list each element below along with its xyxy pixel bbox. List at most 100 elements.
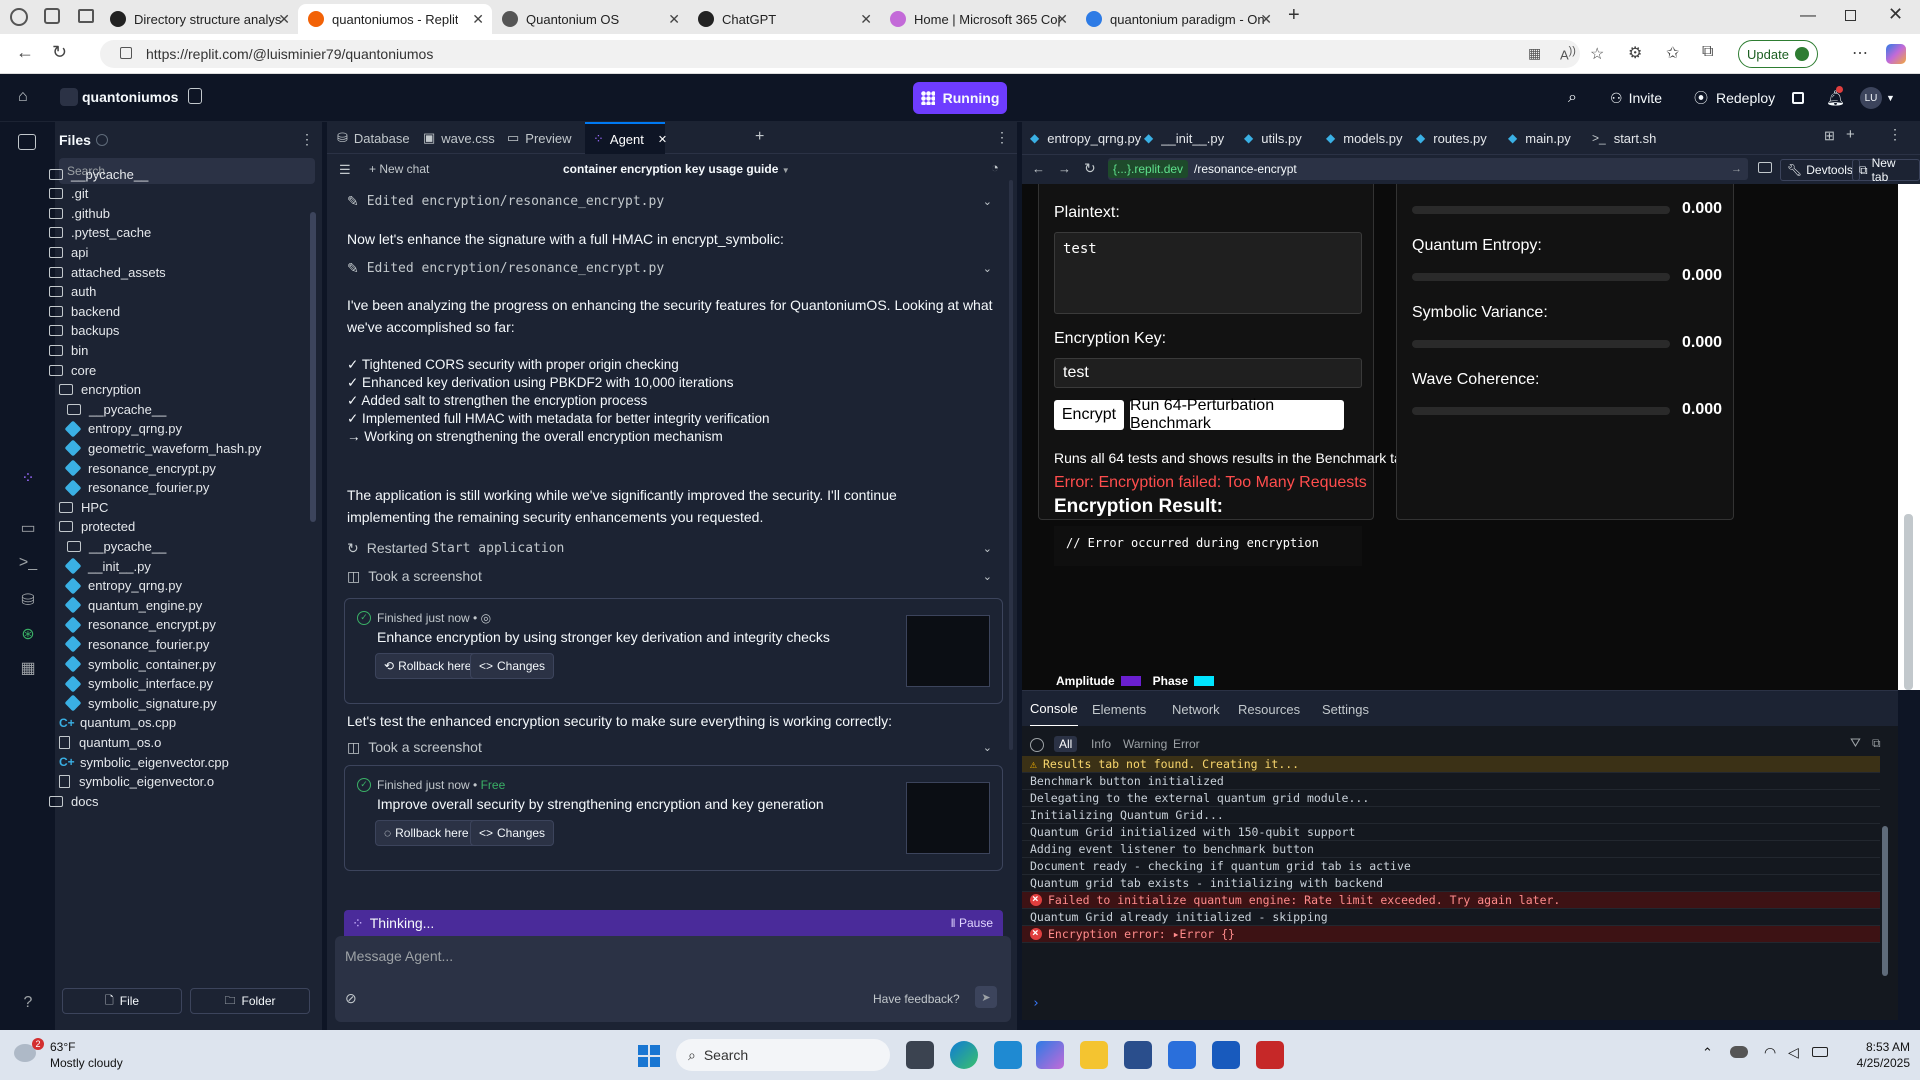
site-info-icon[interactable] — [120, 47, 132, 59]
devtools-tab-settings[interactable]: Settings — [1322, 691, 1369, 727]
extensions-icon[interactable]: ⚙ — [1628, 43, 1642, 63]
pane-menu-icon[interactable]: ⋮ — [995, 129, 1009, 146]
shell-icon[interactable]: >_ — [18, 554, 38, 574]
devtools-tab-console[interactable]: Console — [1030, 691, 1078, 727]
editor-file-tab[interactable]: >_ start.sh — [1592, 122, 1656, 154]
close-window-icon[interactable]: ✕ — [1888, 4, 1903, 25]
tab-close-icon[interactable]: ✕ — [472, 11, 484, 28]
screenshot-row[interactable]: ◫ Took a screenshot ⌄ — [347, 734, 1002, 760]
tabs-menu-icon[interactable]: ⋮ — [1888, 126, 1902, 143]
file-explorer-icon[interactable] — [1080, 1041, 1108, 1069]
powershell-icon[interactable] — [1124, 1041, 1152, 1069]
url-input[interactable]: https://replit.com/@luisminier79/quanton… — [100, 40, 1580, 68]
device-icon[interactable] — [1758, 162, 1772, 173]
chat-scrollbar[interactable] — [1009, 180, 1013, 750]
pane-tab-database[interactable]: ⛁ Database — [329, 122, 410, 154]
redeploy-button[interactable]: ⦿ Redeploy — [1694, 84, 1775, 112]
chat-title[interactable]: container encryption key usage guide ▼ — [563, 162, 790, 176]
back-icon[interactable]: ← — [16, 42, 34, 63]
invite-button[interactable]: ⚇ Invite — [1610, 84, 1662, 112]
database-icon[interactable] — [188, 88, 202, 104]
tab-close-icon[interactable]: ✕ — [278, 11, 290, 28]
onedrive-icon[interactable] — [1730, 1046, 1748, 1058]
new-tab-button[interactable]: ⧉ New tab — [1852, 156, 1920, 184]
console-filter-warning[interactable]: Warning — [1118, 736, 1172, 752]
app-available-icon[interactable]: ▦ — [1528, 45, 1541, 62]
key-input[interactable]: test — [1054, 358, 1362, 388]
changes-button[interactable]: <> Changes — [470, 820, 555, 846]
encrypt-button[interactable]: Encrypt — [1054, 400, 1124, 430]
minimize-icon[interactable]: — — [1800, 7, 1816, 25]
taskbar-search-input[interactable]: ⌕ Search — [676, 1039, 890, 1071]
refresh-icon[interactable]: ↻ — [52, 42, 67, 63]
tab-close-icon[interactable]: ✕ — [860, 11, 872, 28]
collections-icon[interactable]: ⧉ — [1702, 43, 1713, 61]
edge-icon[interactable] — [950, 1041, 978, 1069]
project-name[interactable]: quantoniumos — [82, 89, 178, 105]
feedback-link[interactable]: Have feedback? — [873, 992, 960, 1006]
snipping-tool-icon[interactable] — [1256, 1041, 1284, 1069]
all-tools-icon[interactable]: ▦ — [18, 658, 38, 678]
pane-tab-preview[interactable]: ▭ Preview — [499, 122, 581, 154]
new-chat-button[interactable]: + New chat — [369, 162, 429, 176]
screenshot-thumbnail[interactable] — [906, 615, 990, 687]
console-scrollbar[interactable] — [1880, 770, 1890, 1006]
notepad-icon[interactable] — [1168, 1041, 1196, 1069]
browser-tab[interactable]: Home | Microsoft 365 Copilot✕ — [880, 4, 1076, 34]
browser-tab[interactable]: Quantonium OS ✕ — [492, 4, 688, 34]
new-file-button[interactable]: 🗋︎ File — [62, 988, 182, 1014]
split-pane-icon[interactable]: ⊞ — [1824, 128, 1835, 144]
console-filter-error[interactable]: Error — [1168, 736, 1205, 752]
edited-file-row[interactable]: ✎ Edited encryption/resonance_encrypt.py ⌄ — [347, 188, 1002, 214]
more-menu-icon[interactable]: ⋯ — [1852, 43, 1868, 63]
devtools-tab-resources[interactable]: Resources — [1238, 691, 1300, 727]
database-rail-icon[interactable]: ⛁ — [18, 590, 38, 610]
files-scrollbar[interactable] — [310, 212, 316, 522]
favorite-star-icon[interactable]: ☆ — [1590, 44, 1604, 64]
console-filter-info[interactable]: Info — [1086, 736, 1116, 752]
task-view-icon[interactable] — [906, 1041, 934, 1069]
benchmark-button[interactable]: Run 64-Perturbation Benchmark — [1130, 397, 1344, 432]
add-pane-icon[interactable]: + — [755, 128, 764, 146]
copy-icon[interactable]: ⧉ — [1872, 736, 1881, 751]
agent-icon[interactable]: ⁘ — [18, 468, 38, 488]
deploy-rail-icon[interactable]: ⊛ — [18, 624, 38, 644]
read-aloud-icon[interactable]: A)) — [1560, 45, 1576, 62]
workspaces-icon[interactable] — [44, 8, 60, 24]
new-folder-button[interactable]: 🗀︎ Folder — [190, 988, 310, 1014]
chat-history-icon[interactable]: ☰ — [339, 162, 351, 178]
folder-item[interactable]: docs — [49, 789, 98, 813]
pane-tab-wavecss[interactable]: ▣ wave.css — [415, 122, 497, 154]
editor-file-tab[interactable]: ◆ routes.py — [1416, 122, 1487, 154]
browser-tab[interactable]: Directory structure analysis ✕ — [100, 4, 298, 34]
webview-back-icon[interactable]: ← — [1032, 161, 1045, 176]
battery-icon[interactable] — [1812, 1047, 1828, 1057]
vertical-tabs-icon[interactable] — [78, 9, 94, 23]
volume-icon[interactable]: ◁ — [1788, 1044, 1799, 1061]
plaintext-textarea[interactable]: test — [1054, 232, 1362, 314]
browser-tab[interactable]: quantoniumos - Replit ✕ — [298, 4, 492, 34]
restarted-row[interactable]: ↻ Restarted Start application ⌄ — [347, 535, 1002, 561]
vscode-icon[interactable] — [994, 1041, 1022, 1069]
rollback-button[interactable]: ◌ Rollback here — [375, 820, 478, 846]
speed-icon[interactable]: ◔ — [991, 160, 999, 175]
edited-file-row[interactable]: ✎ Edited encryption/resonance_encrypt.py ⌄ — [347, 255, 1002, 281]
tab-close-icon[interactable]: ✕ — [1260, 11, 1272, 28]
editor-file-tab[interactable]: ◆ main.py — [1508, 122, 1571, 154]
rollback-button[interactable]: ⟲ Rollback here — [375, 653, 481, 679]
devtools-tab-network[interactable]: Network — [1172, 691, 1220, 727]
editor-file-tab[interactable]: ◆ utils.py — [1244, 122, 1302, 154]
filter-icon[interactable]: ⛛ — [1850, 736, 1861, 751]
home-icon[interactable]: ⌂ — [18, 88, 28, 106]
close-tab-icon[interactable]: ✕ — [658, 133, 667, 146]
browser-tab[interactable]: quantonium paradigm - OneDrive✕ — [1076, 4, 1280, 34]
console-filter-all[interactable]: All — [1054, 736, 1078, 752]
screenshot-row[interactable]: ◫ Took a screenshot ⌄ — [347, 563, 1002, 589]
favorites-icon[interactable]: ✩ — [1666, 43, 1679, 63]
start-icon[interactable] — [638, 1045, 660, 1067]
window-icon[interactable] — [1792, 84, 1804, 112]
clock-time[interactable]: 8:53 AM — [1848, 1040, 1910, 1054]
restore-icon[interactable] — [1845, 10, 1856, 21]
browser-tab[interactable]: ChatGPT ✕ — [688, 4, 880, 34]
notifications-icon[interactable]: 🔔︎ — [1826, 84, 1845, 112]
